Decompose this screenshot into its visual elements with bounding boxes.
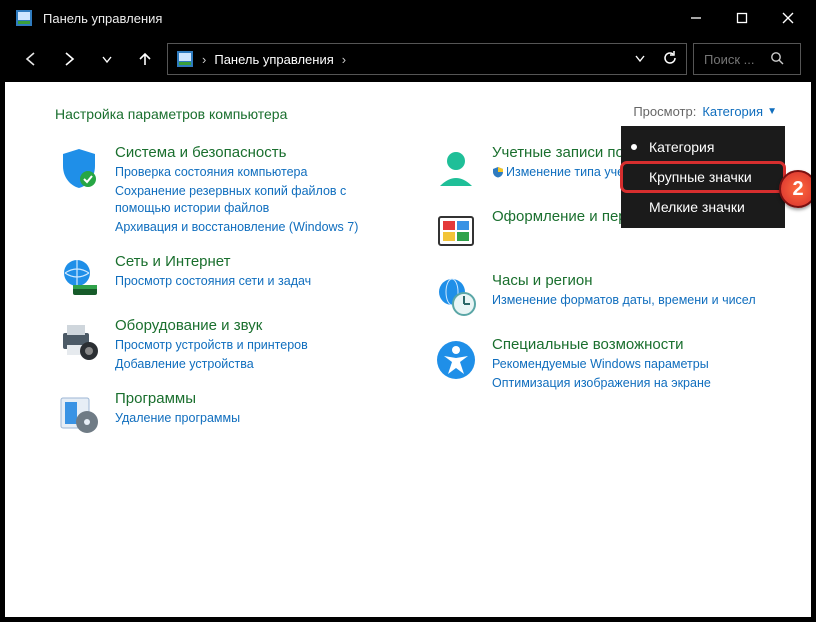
chevron-down-icon: ▼ bbox=[767, 106, 777, 117]
category-clock-region: Часы и регион Изменение форматов даты, в… bbox=[432, 272, 779, 320]
address-bar[interactable]: › Панель управления › bbox=[167, 43, 687, 75]
printer-icon bbox=[55, 317, 103, 365]
view-dropdown-button[interactable]: Категория ▼ bbox=[702, 104, 777, 119]
minimize-button[interactable] bbox=[673, 0, 719, 36]
view-option-label: Категория bbox=[649, 139, 714, 155]
breadcrumb-sep: › bbox=[202, 52, 206, 67]
nav-forward-button[interactable] bbox=[53, 43, 85, 75]
uac-shield-icon bbox=[492, 166, 504, 178]
control-panel-icon bbox=[15, 9, 33, 27]
category-link[interactable]: Изменение форматов даты, времени и чисел bbox=[492, 292, 756, 310]
category-link[interactable]: Просмотр состояния сети и задач bbox=[115, 273, 311, 291]
category-title[interactable]: Часы и регион bbox=[492, 272, 756, 289]
nav-history-button[interactable] bbox=[91, 43, 123, 75]
category-link[interactable]: Добавление устройства bbox=[115, 356, 308, 374]
category-hardware-sound: Оборудование и звук Просмотр устройств и… bbox=[55, 317, 402, 374]
programs-icon bbox=[55, 390, 103, 438]
navbar: › Панель управления › bbox=[5, 36, 811, 82]
view-option-label: Крупные значки bbox=[649, 169, 752, 185]
titlebar: Панель управления bbox=[5, 0, 811, 36]
maximize-button[interactable] bbox=[719, 0, 765, 36]
address-bar-icon bbox=[176, 50, 194, 68]
view-current: Категория bbox=[702, 104, 763, 119]
window-title: Панель управления bbox=[43, 11, 673, 26]
address-dropdown-icon[interactable] bbox=[634, 52, 646, 67]
category-network: Сеть и Интернет Просмотр состояния сети … bbox=[55, 253, 402, 301]
shield-icon bbox=[55, 144, 103, 192]
annotation-badge: 2 bbox=[779, 170, 811, 208]
globe-icon bbox=[55, 253, 103, 301]
clock-icon bbox=[432, 272, 480, 320]
category-column-left: Система и безопасность Проверка состояни… bbox=[55, 144, 402, 454]
window: Панель управления › Панель упра bbox=[5, 0, 811, 617]
category-link[interactable]: Просмотр устройств и принтеров bbox=[115, 337, 308, 355]
category-title[interactable]: Программы bbox=[115, 390, 240, 407]
category-title[interactable]: Система и безопасность bbox=[115, 144, 402, 161]
view-option-category[interactable]: Категория bbox=[621, 132, 785, 162]
category-ease-of-access: Специальные возможности Рекомендуемые Wi… bbox=[432, 336, 779, 393]
user-icon bbox=[432, 144, 480, 192]
category-title[interactable]: Сеть и Интернет bbox=[115, 253, 311, 270]
breadcrumb-location[interactable]: Панель управления bbox=[214, 52, 333, 67]
category-link[interactable]: Удаление программы bbox=[115, 410, 240, 428]
view-label: Просмотр: bbox=[633, 104, 696, 119]
close-button[interactable] bbox=[765, 0, 811, 36]
view-option-large-icons[interactable]: Крупные значки bbox=[621, 162, 785, 192]
view-selector: Просмотр: Категория ▼ bbox=[633, 104, 777, 119]
bullet-icon bbox=[631, 144, 637, 150]
breadcrumb-sep: › bbox=[342, 52, 346, 67]
category-link[interactable]: Сохранение резервных копий файлов с помо… bbox=[115, 183, 402, 218]
category-link[interactable]: Рекомендуемые Windows параметры bbox=[492, 356, 711, 374]
view-dropdown-menu: Категория Крупные значки Мелкие значки bbox=[621, 126, 785, 228]
search-box[interactable] bbox=[693, 43, 801, 75]
category-link[interactable]: Проверка состояния компьютера bbox=[115, 164, 402, 182]
nav-back-button[interactable] bbox=[15, 43, 47, 75]
view-option-small-icons[interactable]: Мелкие значки bbox=[621, 192, 785, 222]
content-area: Настройка параметров компьютера Просмотр… bbox=[5, 82, 811, 617]
nav-up-button[interactable] bbox=[129, 43, 161, 75]
refresh-icon[interactable] bbox=[662, 50, 678, 69]
search-icon[interactable] bbox=[770, 51, 784, 68]
annotation-number: 2 bbox=[792, 178, 803, 201]
category-title[interactable]: Специальные возможности bbox=[492, 336, 711, 353]
category-programs: Программы Удаление программы bbox=[55, 390, 402, 438]
category-system-security: Система и безопасность Проверка состояни… bbox=[55, 144, 402, 237]
accessibility-icon bbox=[432, 336, 480, 384]
search-input[interactable] bbox=[702, 51, 762, 68]
category-link[interactable]: Оптимизация изображения на экране bbox=[492, 375, 711, 393]
personalization-icon bbox=[432, 208, 480, 256]
view-option-label: Мелкие значки bbox=[649, 199, 745, 215]
category-title[interactable]: Оборудование и звук bbox=[115, 317, 308, 334]
category-link[interactable]: Архивация и восстановление (Windows 7) bbox=[115, 219, 402, 237]
